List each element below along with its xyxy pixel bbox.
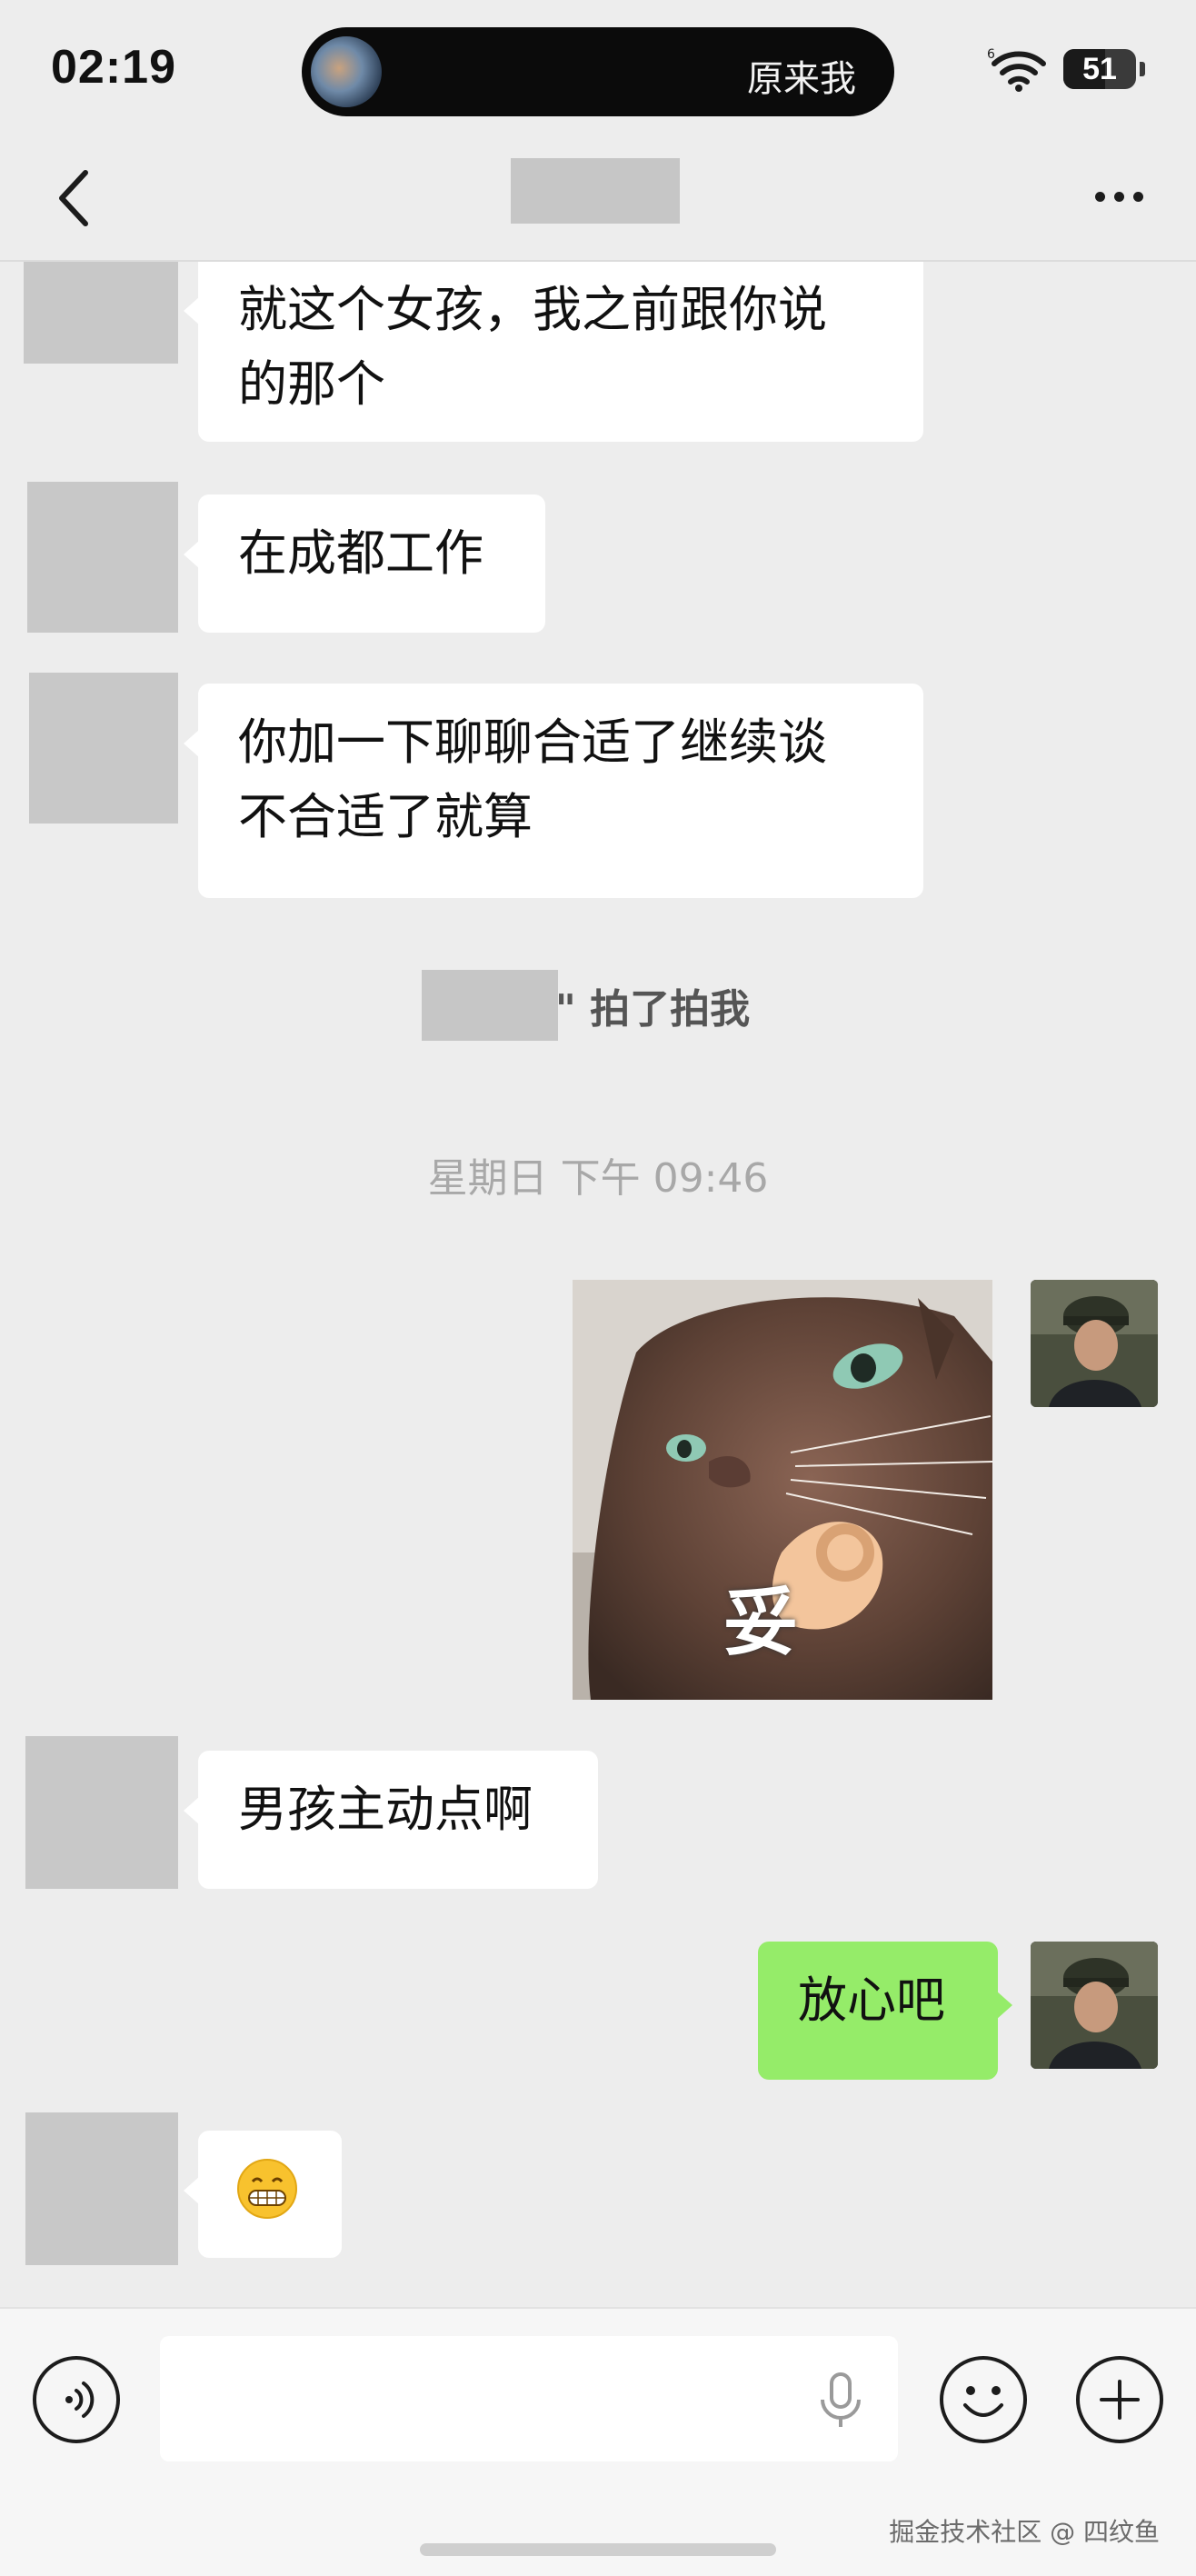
message-bubble-incoming[interactable]: 就这个女孩，我之前跟你说 的那个 <box>184 262 923 442</box>
message-text: 放心吧 <box>798 1972 945 2029</box>
more-dots-icon <box>1094 191 1105 202</box>
status-bar: 02:19 原来我 6 51 <box>0 0 1196 136</box>
chat-header <box>0 136 1196 262</box>
contact-avatar[interactable] <box>24 262 178 364</box>
chat-title-redacted <box>511 158 680 224</box>
pat-text: " 拍了拍我 <box>554 986 751 1033</box>
message-text: 不合适了就算 <box>238 788 533 845</box>
battery-icon: 51 <box>1063 49 1136 89</box>
voice-mode-icon <box>65 2381 95 2418</box>
my-avatar[interactable] <box>1031 1942 1158 2069</box>
message-text: 在成都工作 <box>238 524 483 582</box>
message-bubble-incoming[interactable]: 男孩主动点啊 <box>184 1751 598 1889</box>
contact-avatar[interactable] <box>25 2112 178 2265</box>
grin-emoji <box>237 2159 297 2219</box>
my-avatar[interactable] <box>1031 1280 1158 1407</box>
input-bar: 掘金技术社区 @ 四纹鱼 <box>0 2307 1196 2576</box>
plus-icon <box>1100 2380 1140 2420</box>
message-bubble-incoming[interactable]: 在成都工作 <box>184 494 545 633</box>
voice-mode-button[interactable] <box>33 2356 120 2443</box>
message-text: 就这个女孩，我之前跟你说 <box>238 281 827 338</box>
battery-level: 51 <box>1082 51 1117 86</box>
pat-name-redacted <box>422 970 558 1041</box>
message-text: 你加一下聊聊合适了继续谈 <box>238 714 827 771</box>
emoji-smile-icon <box>963 2386 1003 2417</box>
more-actions-button[interactable] <box>1076 2356 1163 2443</box>
dynamic-island[interactable]: 原来我 <box>302 27 894 116</box>
microphone-icon[interactable] <box>809 2369 872 2432</box>
contact-avatar[interactable] <box>25 1736 178 1889</box>
message-bubble-incoming[interactable] <box>184 2131 342 2258</box>
emoji-button[interactable] <box>940 2356 1027 2443</box>
live-activity-text: 原来我 <box>747 58 856 100</box>
sticker-caption: 妥 <box>723 1580 799 1666</box>
media-thumbnail <box>311 36 382 107</box>
wifi-icon: 6 <box>987 47 1046 92</box>
message-timestamp: 星期日 下午 09:46 <box>427 1155 769 1202</box>
message-text: 的那个 <box>238 355 385 413</box>
contact-avatar[interactable] <box>27 482 178 633</box>
back-button[interactable] <box>45 164 109 233</box>
contact-avatar[interactable] <box>29 673 178 824</box>
pat-notice: " 拍了拍我 <box>0 976 1196 1034</box>
message-bubble-outgoing[interactable]: 放心吧 <box>758 1942 1012 2080</box>
message-input[interactable] <box>160 2336 898 2461</box>
svg-text:6: 6 <box>987 47 995 62</box>
message-list[interactable]: 就这个女孩，我之前跟你说 的那个 在成都工作 你加一下聊聊合适了继续谈 不合适了… <box>0 262 1196 2307</box>
message-text: 男孩主动点啊 <box>238 1781 533 1838</box>
status-icons: 6 51 <box>987 44 1145 95</box>
more-options-button[interactable] <box>1078 169 1160 224</box>
status-time: 02:19 <box>51 41 176 94</box>
sticker-message[interactable]: 妥 <box>573 1280 992 1700</box>
message-bubble-incoming[interactable]: 你加一下聊聊合适了继续谈 不合适了就算 <box>184 684 923 898</box>
home-indicator[interactable] <box>420 2543 776 2556</box>
watermark: 掘金技术社区 @ 四纹鱼 <box>889 2517 1160 2547</box>
